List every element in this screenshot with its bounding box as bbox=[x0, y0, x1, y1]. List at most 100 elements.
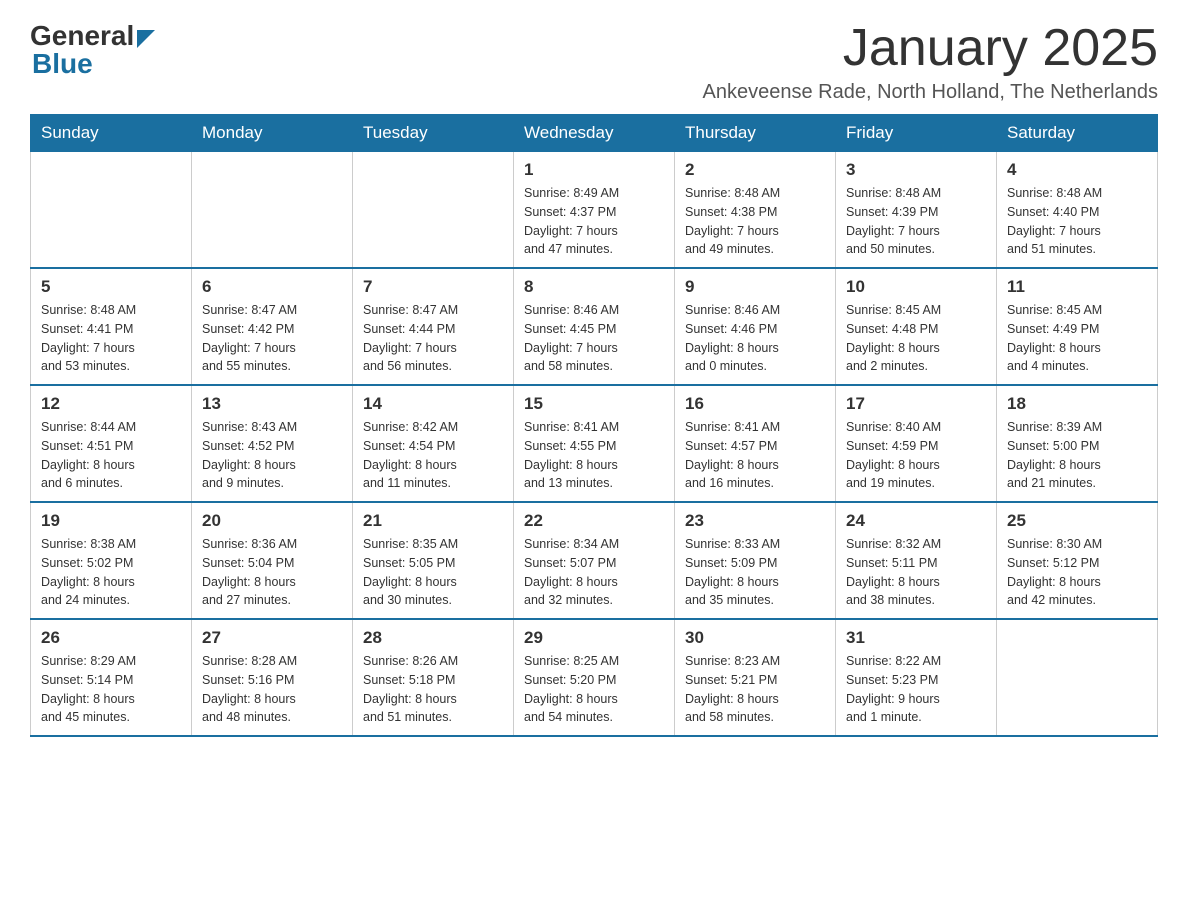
day-number: 15 bbox=[524, 394, 664, 414]
day-number: 27 bbox=[202, 628, 342, 648]
day-number: 10 bbox=[846, 277, 986, 297]
day-info: Sunrise: 8:41 AMSunset: 4:57 PMDaylight:… bbox=[685, 418, 825, 493]
day-info: Sunrise: 8:38 AMSunset: 5:02 PMDaylight:… bbox=[41, 535, 181, 610]
logo-arrow-icon bbox=[137, 30, 155, 48]
table-row: 11 Sunrise: 8:45 AMSunset: 4:49 PMDayligh… bbox=[997, 268, 1158, 385]
table-row: 2 Sunrise: 8:48 AMSunset: 4:38 PMDaylight… bbox=[675, 152, 836, 269]
table-row: 10 Sunrise: 8:45 AMSunset: 4:48 PMDayligh… bbox=[836, 268, 997, 385]
table-row: 6 Sunrise: 8:47 AMSunset: 4:42 PMDaylight… bbox=[192, 268, 353, 385]
day-number: 2 bbox=[685, 160, 825, 180]
table-row: 14 Sunrise: 8:42 AMSunset: 4:54 PMDayligh… bbox=[353, 385, 514, 502]
day-info: Sunrise: 8:26 AMSunset: 5:18 PMDaylight:… bbox=[363, 652, 503, 727]
day-info: Sunrise: 8:45 AMSunset: 4:49 PMDaylight:… bbox=[1007, 301, 1147, 376]
day-info: Sunrise: 8:46 AMSunset: 4:46 PMDaylight:… bbox=[685, 301, 825, 376]
table-row: 3 Sunrise: 8:48 AMSunset: 4:39 PMDaylight… bbox=[836, 152, 997, 269]
day-number: 24 bbox=[846, 511, 986, 531]
calendar-week-row: 1 Sunrise: 8:49 AMSunset: 4:37 PMDaylight… bbox=[31, 152, 1158, 269]
calendar-week-row: 26 Sunrise: 8:29 AMSunset: 5:14 PMDayligh… bbox=[31, 619, 1158, 736]
day-info: Sunrise: 8:48 AMSunset: 4:39 PMDaylight:… bbox=[846, 184, 986, 259]
table-row: 4 Sunrise: 8:48 AMSunset: 4:40 PMDaylight… bbox=[997, 152, 1158, 269]
day-number: 1 bbox=[524, 160, 664, 180]
day-number: 30 bbox=[685, 628, 825, 648]
month-title: January 2025 bbox=[703, 20, 1158, 77]
location-title: Ankeveense Rade, North Holland, The Neth… bbox=[703, 81, 1158, 104]
table-row: 24 Sunrise: 8:32 AMSunset: 5:11 PMDayligh… bbox=[836, 502, 997, 619]
day-info: Sunrise: 8:48 AMSunset: 4:38 PMDaylight:… bbox=[685, 184, 825, 259]
day-number: 28 bbox=[363, 628, 503, 648]
day-number: 4 bbox=[1007, 160, 1147, 180]
table-row bbox=[31, 152, 192, 269]
table-row: 15 Sunrise: 8:41 AMSunset: 4:55 PMDayligh… bbox=[514, 385, 675, 502]
table-row: 20Sunrise: 8:36 AMSunset: 5:04 PMDayligh… bbox=[192, 502, 353, 619]
day-info: Sunrise: 8:47 AMSunset: 4:44 PMDaylight:… bbox=[363, 301, 503, 376]
table-row: 19 Sunrise: 8:38 AMSunset: 5:02 PMDayligh… bbox=[31, 502, 192, 619]
table-row: 18Sunrise: 8:39 AMSunset: 5:00 PMDayligh… bbox=[997, 385, 1158, 502]
table-row bbox=[192, 152, 353, 269]
table-row: 22Sunrise: 8:34 AMSunset: 5:07 PMDayligh… bbox=[514, 502, 675, 619]
table-row: 5 Sunrise: 8:48 AMSunset: 4:41 PMDaylight… bbox=[31, 268, 192, 385]
day-number: 12 bbox=[41, 394, 181, 414]
day-info: Sunrise: 8:42 AMSunset: 4:54 PMDaylight:… bbox=[363, 418, 503, 493]
day-number: 16 bbox=[685, 394, 825, 414]
calendar-table: Sunday Monday Tuesday Wednesday Thursday… bbox=[30, 114, 1158, 737]
col-sunday: Sunday bbox=[31, 115, 192, 152]
col-friday: Friday bbox=[836, 115, 997, 152]
table-row: 29 Sunrise: 8:25 AMSunset: 5:20 PMDayligh… bbox=[514, 619, 675, 736]
logo: General Blue bbox=[30, 20, 155, 80]
title-section: January 2025 Ankeveense Rade, North Holl… bbox=[703, 20, 1158, 104]
table-row: 27 Sunrise: 8:28 AMSunset: 5:16 PMDayligh… bbox=[192, 619, 353, 736]
day-info: Sunrise: 8:30 AMSunset: 5:12 PMDaylight:… bbox=[1007, 535, 1147, 610]
col-tuesday: Tuesday bbox=[353, 115, 514, 152]
day-info: Sunrise: 8:49 AMSunset: 4:37 PMDaylight:… bbox=[524, 184, 664, 259]
table-row: 23Sunrise: 8:33 AMSunset: 5:09 PMDayligh… bbox=[675, 502, 836, 619]
calendar-week-row: 5 Sunrise: 8:48 AMSunset: 4:41 PMDaylight… bbox=[31, 268, 1158, 385]
day-info: Sunrise: 8:46 AMSunset: 4:45 PMDaylight:… bbox=[524, 301, 664, 376]
page-header: General Blue January 2025 Ankeveense Rad… bbox=[30, 20, 1158, 104]
table-row: 16 Sunrise: 8:41 AMSunset: 4:57 PMDayligh… bbox=[675, 385, 836, 502]
day-number: 25 bbox=[1007, 511, 1147, 531]
day-info: Sunrise: 8:32 AMSunset: 5:11 PMDaylight:… bbox=[846, 535, 986, 610]
day-number: 31 bbox=[846, 628, 986, 648]
day-number: 29 bbox=[524, 628, 664, 648]
day-info: Sunrise: 8:47 AMSunset: 4:42 PMDaylight:… bbox=[202, 301, 342, 376]
day-number: 5 bbox=[41, 277, 181, 297]
table-row: 7 Sunrise: 8:47 AMSunset: 4:44 PMDaylight… bbox=[353, 268, 514, 385]
col-thursday: Thursday bbox=[675, 115, 836, 152]
table-row: 13Sunrise: 8:43 AMSunset: 4:52 PMDayligh… bbox=[192, 385, 353, 502]
table-row: 25 Sunrise: 8:30 AMSunset: 5:12 PMDayligh… bbox=[997, 502, 1158, 619]
table-row: 12 Sunrise: 8:44 AMSunset: 4:51 PMDayligh… bbox=[31, 385, 192, 502]
day-info: Sunrise: 8:44 AMSunset: 4:51 PMDaylight:… bbox=[41, 418, 181, 493]
day-number: 19 bbox=[41, 511, 181, 531]
day-number: 13 bbox=[202, 394, 342, 414]
day-number: 7 bbox=[363, 277, 503, 297]
day-number: 18 bbox=[1007, 394, 1147, 414]
day-info: Sunrise: 8:48 AMSunset: 4:41 PMDaylight:… bbox=[41, 301, 181, 376]
day-info: Sunrise: 8:34 AMSunset: 5:07 PMDaylight:… bbox=[524, 535, 664, 610]
day-info: Sunrise: 8:45 AMSunset: 4:48 PMDaylight:… bbox=[846, 301, 986, 376]
day-info: Sunrise: 8:40 AMSunset: 4:59 PMDaylight:… bbox=[846, 418, 986, 493]
day-info: Sunrise: 8:29 AMSunset: 5:14 PMDaylight:… bbox=[41, 652, 181, 727]
day-number: 14 bbox=[363, 394, 503, 414]
col-wednesday: Wednesday bbox=[514, 115, 675, 152]
day-number: 6 bbox=[202, 277, 342, 297]
table-row: 17 Sunrise: 8:40 AMSunset: 4:59 PMDayligh… bbox=[836, 385, 997, 502]
logo-blue-text: Blue bbox=[32, 48, 93, 80]
day-info: Sunrise: 8:23 AMSunset: 5:21 PMDaylight:… bbox=[685, 652, 825, 727]
table-row bbox=[997, 619, 1158, 736]
day-number: 17 bbox=[846, 394, 986, 414]
day-info: Sunrise: 8:25 AMSunset: 5:20 PMDaylight:… bbox=[524, 652, 664, 727]
day-number: 26 bbox=[41, 628, 181, 648]
day-number: 8 bbox=[524, 277, 664, 297]
day-info: Sunrise: 8:33 AMSunset: 5:09 PMDaylight:… bbox=[685, 535, 825, 610]
day-info: Sunrise: 8:41 AMSunset: 4:55 PMDaylight:… bbox=[524, 418, 664, 493]
day-number: 3 bbox=[846, 160, 986, 180]
day-info: Sunrise: 8:48 AMSunset: 4:40 PMDaylight:… bbox=[1007, 184, 1147, 259]
day-info: Sunrise: 8:28 AMSunset: 5:16 PMDaylight:… bbox=[202, 652, 342, 727]
table-row: 8 Sunrise: 8:46 AMSunset: 4:45 PMDaylight… bbox=[514, 268, 675, 385]
table-row: 9Sunrise: 8:46 AMSunset: 4:46 PMDaylight… bbox=[675, 268, 836, 385]
col-monday: Monday bbox=[192, 115, 353, 152]
calendar-week-row: 12 Sunrise: 8:44 AMSunset: 4:51 PMDayligh… bbox=[31, 385, 1158, 502]
day-info: Sunrise: 8:22 AMSunset: 5:23 PMDaylight:… bbox=[846, 652, 986, 727]
day-number: 11 bbox=[1007, 277, 1147, 297]
day-number: 21 bbox=[363, 511, 503, 531]
